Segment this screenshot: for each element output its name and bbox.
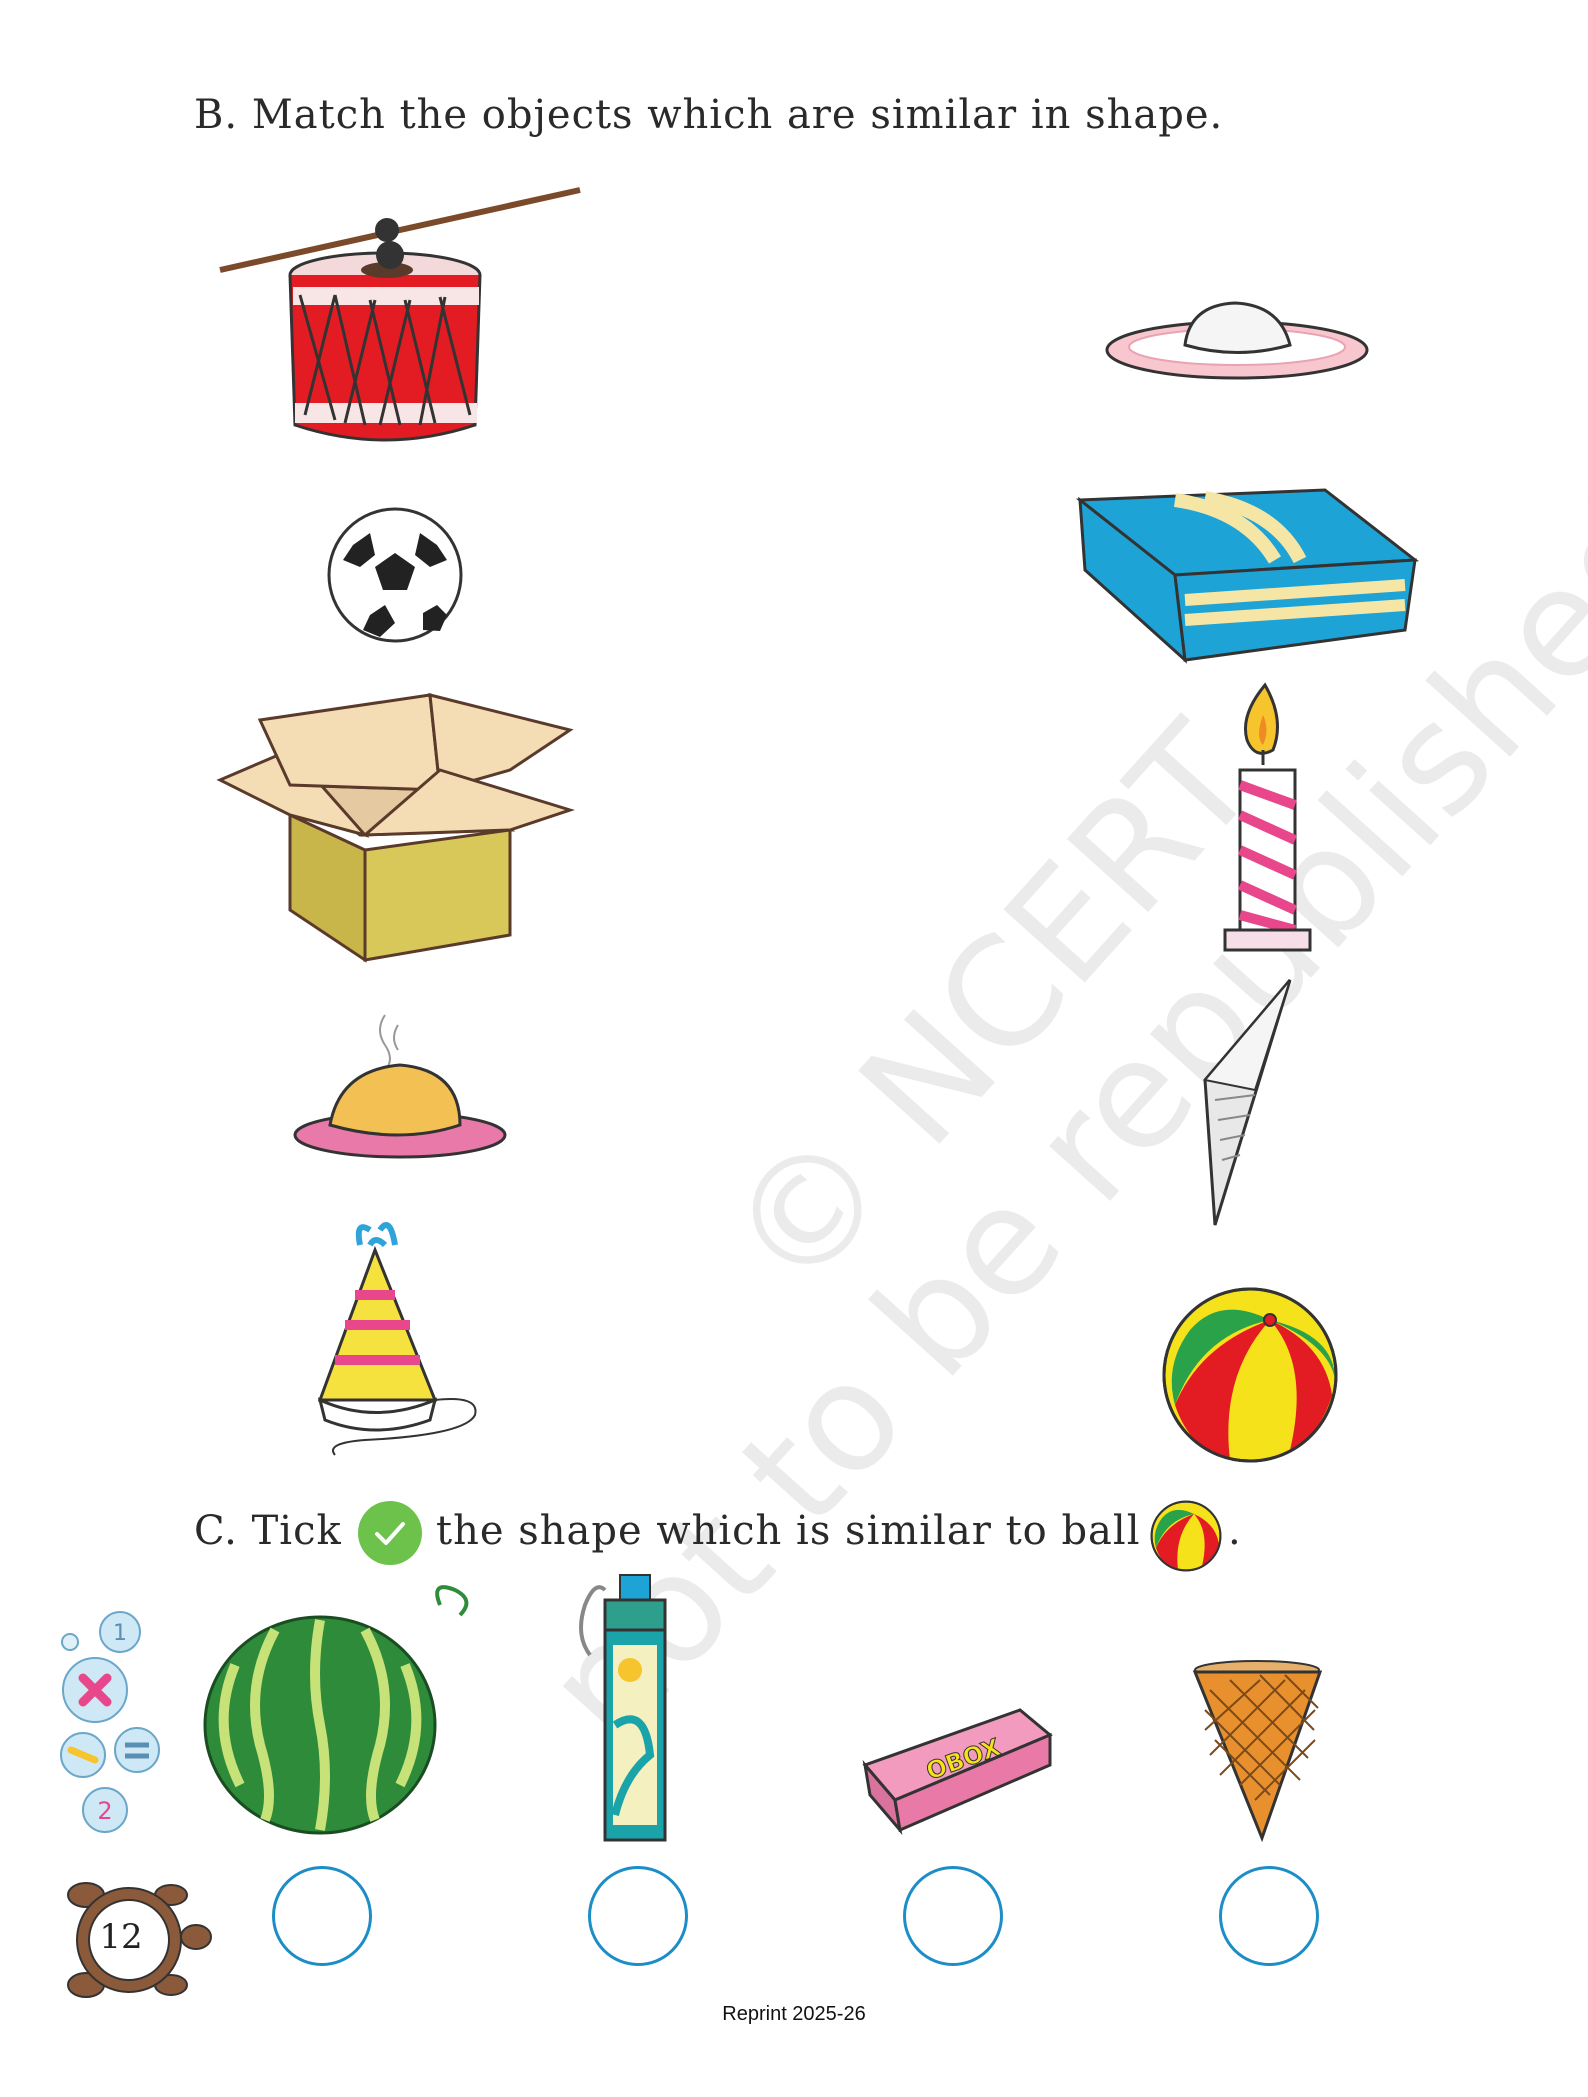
open-box-icon [216, 690, 580, 963]
pencil-box-icon: OBOX [860, 1690, 1055, 1836]
ball-inline-icon [1150, 1500, 1222, 1572]
section-c-heading-end: . [1228, 1508, 1242, 1554]
svg-text:1: 1 [113, 1621, 127, 1646]
answer-circle-ice-cream-cone[interactable] [1219, 1866, 1319, 1966]
svg-text:2: 2 [97, 1797, 112, 1825]
answer-circle-water-bottle[interactable] [588, 1866, 688, 1966]
ice-cream-cone-icon [1190, 1660, 1325, 1843]
page-number-badge: 12 [66, 1882, 212, 1998]
watermelon-icon [200, 1585, 480, 1840]
gift-box-icon [1075, 488, 1420, 664]
page-number: 12 [99, 1917, 143, 1957]
cake-on-plate-icon [1105, 295, 1370, 385]
tick-icon [357, 1500, 423, 1566]
math-bubbles-icon: 1 2 [55, 1610, 170, 1835]
section-b-heading: B. Match the objects which are similar i… [194, 92, 1224, 138]
section-c-heading-part1: C. Tick [194, 1508, 342, 1554]
candle-icon [1215, 675, 1320, 955]
answer-circle-pencil-box[interactable] [903, 1866, 1003, 1966]
section-c-heading-part2: the shape which is similar to ball [436, 1508, 1141, 1554]
water-bottle-icon [565, 1574, 685, 1845]
football-icon [325, 505, 465, 645]
beach-ball-icon [1160, 1285, 1340, 1465]
puri-on-plate-icon [290, 1010, 510, 1170]
party-hat-icon [305, 1222, 485, 1456]
answer-circle-watermelon[interactable] [272, 1866, 372, 1966]
drum-icon [215, 175, 585, 450]
reprint-footer: Reprint 2025-26 [722, 2003, 866, 2025]
paper-cone-icon [1200, 979, 1295, 1226]
